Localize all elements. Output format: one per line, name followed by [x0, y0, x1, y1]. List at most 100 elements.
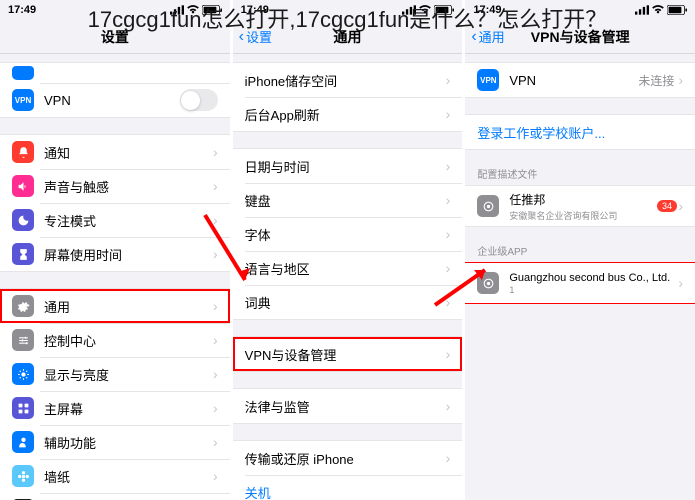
- row-label: 关机: [245, 483, 271, 500]
- settings-row-显示与亮度[interactable]: 显示与亮度›: [0, 357, 230, 391]
- vpn-icon: VPN: [12, 89, 34, 111]
- chevron-right-icon: ›: [213, 366, 218, 382]
- enterprise-app-row[interactable]: Guangzhou second bus Co., Ltd. 1 ›: [465, 263, 695, 303]
- settings-row-控制中心[interactable]: 控制中心›: [0, 323, 230, 357]
- signin-link-row[interactable]: 登录工作或学校账户...: [465, 115, 695, 149]
- row-label: 键盘: [245, 191, 446, 210]
- nav-header: ‹设置 通用: [233, 20, 463, 54]
- chevron-left-icon: ‹: [471, 29, 476, 45]
- row-label: VPN: [509, 73, 638, 88]
- vpn-status-row[interactable]: VPN VPN 未连接 ›: [465, 63, 695, 97]
- sun-icon: [12, 363, 34, 385]
- grid-icon: [12, 397, 34, 419]
- row-label: 通用: [44, 297, 213, 316]
- corner-placeholder-row[interactable]: [0, 63, 230, 83]
- settings-row-法律与监管[interactable]: 法律与监管›: [233, 389, 463, 423]
- settings-row-屏幕使用时间[interactable]: 屏幕使用时间›: [0, 237, 230, 271]
- row-label: 通知: [44, 143, 213, 162]
- settings-row-iPhone储存空间[interactable]: iPhone储存空间›: [233, 63, 463, 97]
- nav-title: VPN与设备管理: [531, 27, 630, 47]
- chevron-right-icon: ›: [446, 294, 451, 310]
- chevron-right-icon: ›: [213, 332, 218, 348]
- phone-settings: 17:49 设置 VPN VPN 通知›声音与触感›专注模式›屏幕使用时间› 通…: [0, 0, 230, 500]
- section-header: 企业级APP: [465, 243, 695, 262]
- chevron-right-icon: ›: [446, 106, 451, 122]
- settings-row-墙纸[interactable]: 墙纸›: [0, 459, 230, 493]
- chevron-right-icon: ›: [678, 275, 683, 291]
- chevron-right-icon: ›: [446, 346, 451, 362]
- row-label: 传输或还原 iPhone: [245, 449, 446, 468]
- vpn-row[interactable]: VPN VPN: [0, 83, 230, 117]
- status-icons: [635, 5, 687, 15]
- chevron-right-icon: ›: [213, 298, 218, 314]
- row-label: 屏幕使用时间: [44, 245, 213, 264]
- row-label: 辅助功能: [44, 433, 213, 452]
- chevron-right-icon: ›: [213, 144, 218, 160]
- settings-row-日期与时间[interactable]: 日期与时间›: [233, 149, 463, 183]
- status-bar: 17:49: [465, 0, 695, 20]
- moon-icon: [12, 209, 34, 231]
- profile-icon: [477, 272, 499, 294]
- gear-icon: [12, 295, 34, 317]
- settings-row-辅助功能[interactable]: 辅助功能›: [0, 425, 230, 459]
- nav-back-button[interactable]: ‹设置: [239, 27, 272, 46]
- row-label: 控制中心: [44, 331, 213, 350]
- settings-row-Siri与搜索[interactable]: Siri与搜索›: [0, 493, 230, 500]
- settings-row-后台App刷新[interactable]: 后台App刷新›: [233, 97, 463, 131]
- phone-general: 17:49 ‹设置 通用 iPhone储存空间›后台App刷新› 日期与时间›键…: [233, 0, 463, 500]
- chevron-left-icon: ‹: [239, 29, 244, 45]
- profile-title: 任推邦: [509, 191, 678, 208]
- phones-container: 17:49 设置 VPN VPN 通知›声音与触感›专注模式›屏幕使用时间› 通…: [0, 0, 695, 500]
- settings-row-专注模式[interactable]: 专注模式›: [0, 203, 230, 237]
- chevron-right-icon: ›: [446, 226, 451, 242]
- nav-back-label: 设置: [246, 27, 272, 46]
- nav-back-button[interactable]: ‹通用: [471, 27, 504, 46]
- badge-icon: 34: [657, 200, 677, 212]
- nav-header: 设置: [0, 20, 230, 54]
- status-time: 17:49: [473, 4, 501, 16]
- phone-vpn-device: 17:49 ‹通用 VPN与设备管理 VPN VPN 未连接 › 登录工作或学校…: [465, 0, 695, 500]
- speaker-icon: [12, 175, 34, 197]
- chevron-right-icon: ›: [678, 72, 683, 88]
- row-label: 词典: [245, 293, 446, 312]
- status-time: 17:49: [241, 4, 269, 16]
- settings-row-VPN与设备管理[interactable]: VPN与设备管理›: [233, 337, 463, 371]
- chevron-right-icon: ›: [446, 398, 451, 414]
- chevron-right-icon: ›: [678, 198, 683, 214]
- chevron-right-icon: ›: [446, 450, 451, 466]
- settings-row-传输或还原-iPhone[interactable]: 传输或还原 iPhone›: [233, 441, 463, 475]
- settings-row-词典[interactable]: 词典›: [233, 285, 463, 319]
- row-label: 语言与地区: [245, 259, 446, 278]
- flower-icon: [12, 465, 34, 487]
- row-label: 字体: [245, 225, 446, 244]
- chevron-right-icon: ›: [213, 434, 218, 450]
- row-label: 专注模式: [44, 211, 213, 230]
- settings-row-主屏幕[interactable]: 主屏幕›: [0, 391, 230, 425]
- vpn-status-value: 未连接: [638, 72, 674, 89]
- battery-icon: [202, 5, 222, 15]
- row-label: 声音与触感: [44, 177, 213, 196]
- wifi-icon: [186, 5, 200, 15]
- settings-row-字体[interactable]: 字体›: [233, 217, 463, 251]
- vpn-toggle[interactable]: [180, 89, 218, 111]
- settings-row-语言与地区[interactable]: 语言与地区›: [233, 251, 463, 285]
- profile-subtitle: 安徽聚名企业咨询有限公司: [509, 209, 678, 222]
- profile-row[interactable]: 任推邦 安徽聚名企业咨询有限公司 34 ›: [465, 186, 695, 226]
- settings-row-通用[interactable]: 通用›: [0, 289, 230, 323]
- chevron-right-icon: ›: [213, 178, 218, 194]
- profile-subtitle: 1: [509, 285, 678, 295]
- chevron-right-icon: ›: [446, 72, 451, 88]
- chevron-right-icon: ›: [213, 400, 218, 416]
- sliders-icon: [12, 329, 34, 351]
- settings-row-声音与触感[interactable]: 声音与触感›: [0, 169, 230, 203]
- profile-title: Guangzhou second bus Co., Ltd.: [509, 272, 678, 284]
- settings-row-键盘[interactable]: 键盘›: [233, 183, 463, 217]
- settings-row-通知[interactable]: 通知›: [0, 135, 230, 169]
- row-label: VPN: [44, 93, 180, 108]
- chevron-right-icon: ›: [213, 246, 218, 262]
- row-label: 日期与时间: [245, 157, 446, 176]
- settings-row-关机[interactable]: 关机: [233, 475, 463, 500]
- status-bar: 17:49: [0, 0, 230, 20]
- row-label: 显示与亮度: [44, 365, 213, 384]
- status-icons: [170, 5, 222, 15]
